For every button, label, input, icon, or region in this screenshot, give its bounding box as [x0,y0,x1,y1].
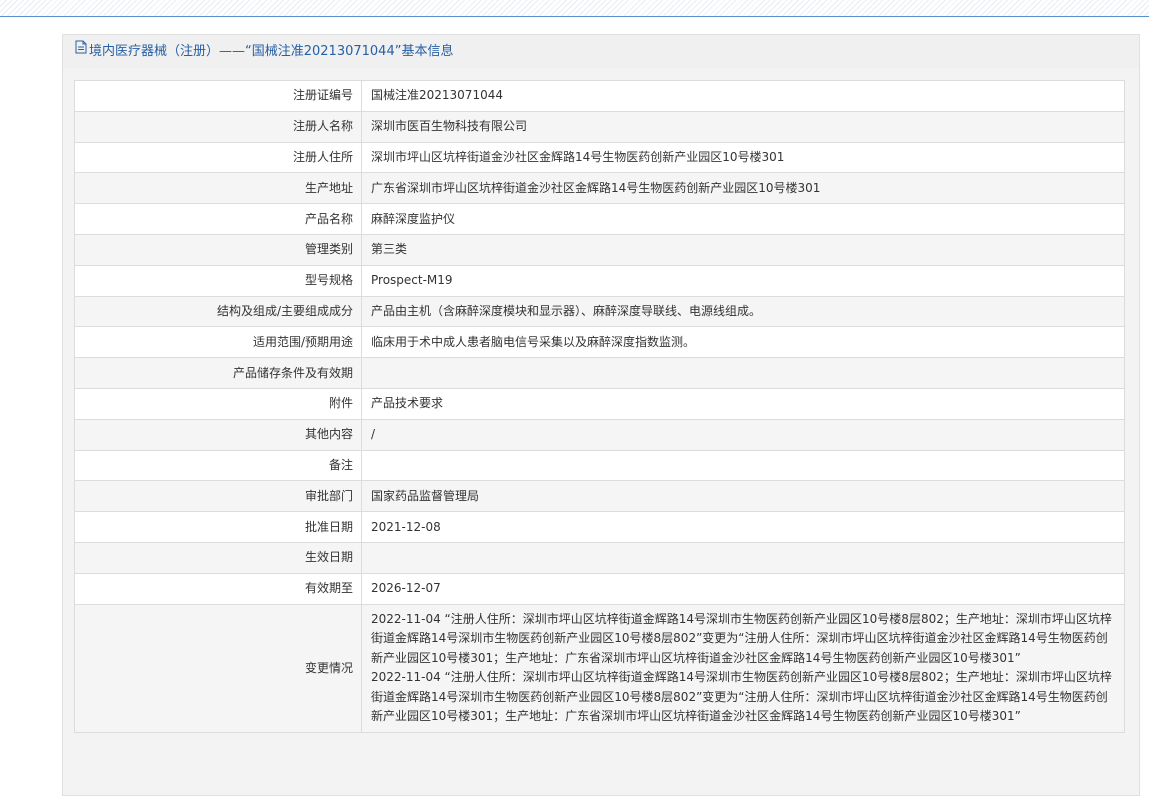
field-label: 有效期至 [74,572,362,605]
field-value: 国械注准20213071044 [361,80,1125,112]
field-label: 型号规格 [74,264,362,297]
field-value: 深圳市医百生物科技有限公司 [361,110,1125,143]
table-row: 适用范围/预期用途 临床用于术中成人患者脑电信号采集以及麻醉深度指数监测。 [74,326,1125,359]
table-row: 产品名称 麻醉深度监护仪 [74,203,1125,235]
panel-header: 境内医疗器械（注册）——“国械注准20213071044”基本信息 [63,35,1139,68]
table-row: 有效期至 2026-12-07 [74,572,1125,605]
page-title: 境内医疗器械（注册）——“国械注准20213071044”基本信息 [89,44,454,59]
field-label: 注册证编号 [74,80,362,112]
field-label: 结构及组成/主要组成成分 [74,295,362,328]
table-row: 备注 [74,449,1125,482]
field-value: 2021-12-08 [361,511,1125,543]
table-row: 其他内容 / [74,418,1125,451]
field-label: 适用范围/预期用途 [74,326,362,359]
info-table: 注册证编号 国械注准20213071044 注册人名称 深圳市医百生物科技有限公司 注册… [74,80,1125,733]
info-table-container: 注册证编号 国械注准20213071044 注册人名称 深圳市医百生物科技有限公司 注册… [74,80,1125,733]
table-row: 生产地址 广东省深圳市坪山区坑梓街道金沙社区金辉路14号生物医药创新产业园区10号… [74,172,1125,205]
field-label: 变更情况 [74,603,362,733]
table-row: 批准日期 2021-12-08 [74,511,1125,543]
table-row: 管理类别 第三类 [74,233,1125,266]
field-value: 第三类 [361,233,1125,266]
field-value: 产品由主机（含麻醉深度模块和显示器）、麻醉深度导联线、电源线组成。 [361,295,1125,328]
table-row: 生效日期 [74,541,1125,574]
top-decorative-stripe [0,0,1149,17]
field-value [361,449,1125,482]
field-value: / [361,418,1125,451]
table-row: 型号规格 Prospect-M19 [74,264,1125,297]
field-value: Prospect-M19 [361,264,1125,297]
field-label: 其他内容 [74,418,362,451]
table-row: 产品储存条件及有效期 [74,357,1125,389]
field-value: 国家药品监督管理局 [361,480,1125,513]
info-panel: 境内医疗器械（注册）——“国械注准20213071044”基本信息 注册证编号国… [62,34,1140,796]
field-label: 批准日期 [74,511,362,543]
field-label: 附件 [74,387,362,420]
field-value: 产品技术要求 [361,387,1125,420]
field-label: 管理类别 [74,233,362,266]
field-label: 注册人住所 [74,141,362,174]
field-label: 审批部门 [74,480,362,513]
document-icon [75,34,87,67]
change-history-value: 2022-11-04 “注册人住所：深圳市坪山区坑梓街道金辉路14号深圳市生物医… [361,603,1125,733]
table-row-change-history: 变更情况 2022-11-04 “注册人住所：深圳市坪山区坑梓街道金辉路14号深圳… [74,603,1125,733]
field-label: 注册人名称 [74,110,362,143]
field-value: 深圳市坪山区坑梓街道金沙社区金辉路14号生物医药创新产业园区10号楼301 [361,141,1125,174]
table-row: 审批部门 国家药品监督管理局 [74,480,1125,513]
field-label: 生产地址 [74,172,362,205]
table-row: 注册证编号 国械注准20213071044 [74,80,1125,112]
table-row: 注册人名称 深圳市医百生物科技有限公司 [74,110,1125,143]
change-entry: 2022-11-04 “注册人住所：深圳市坪山区坑梓街道金辉路14号深圳市生物医… [371,611,1112,665]
field-value: 麻醉深度监护仪 [361,203,1125,235]
change-entry: 2022-11-04 “注册人住所：深圳市坪山区坑梓街道金辉路14号深圳市生物医… [371,670,1112,724]
table-row: 注册人住所 深圳市坪山区坑梓街道金沙社区金辉路14号生物医药创新产业园区10号楼3… [74,141,1125,174]
field-value [361,357,1125,389]
field-value: 临床用于术中成人患者脑电信号采集以及麻醉深度指数监测。 [361,326,1125,359]
field-value: 2026-12-07 [361,572,1125,605]
field-label: 产品储存条件及有效期 [74,357,362,389]
field-label: 生效日期 [74,541,362,574]
field-label: 备注 [74,449,362,482]
table-row: 结构及组成/主要组成成分 产品由主机（含麻醉深度模块和显示器）、麻醉深度导联线、电… [74,295,1125,328]
field-value [361,541,1125,574]
table-row: 附件 产品技术要求 [74,387,1125,420]
field-value: 广东省深圳市坪山区坑梓街道金沙社区金辉路14号生物医药创新产业园区10号楼301 [361,172,1125,205]
field-label: 产品名称 [74,203,362,235]
